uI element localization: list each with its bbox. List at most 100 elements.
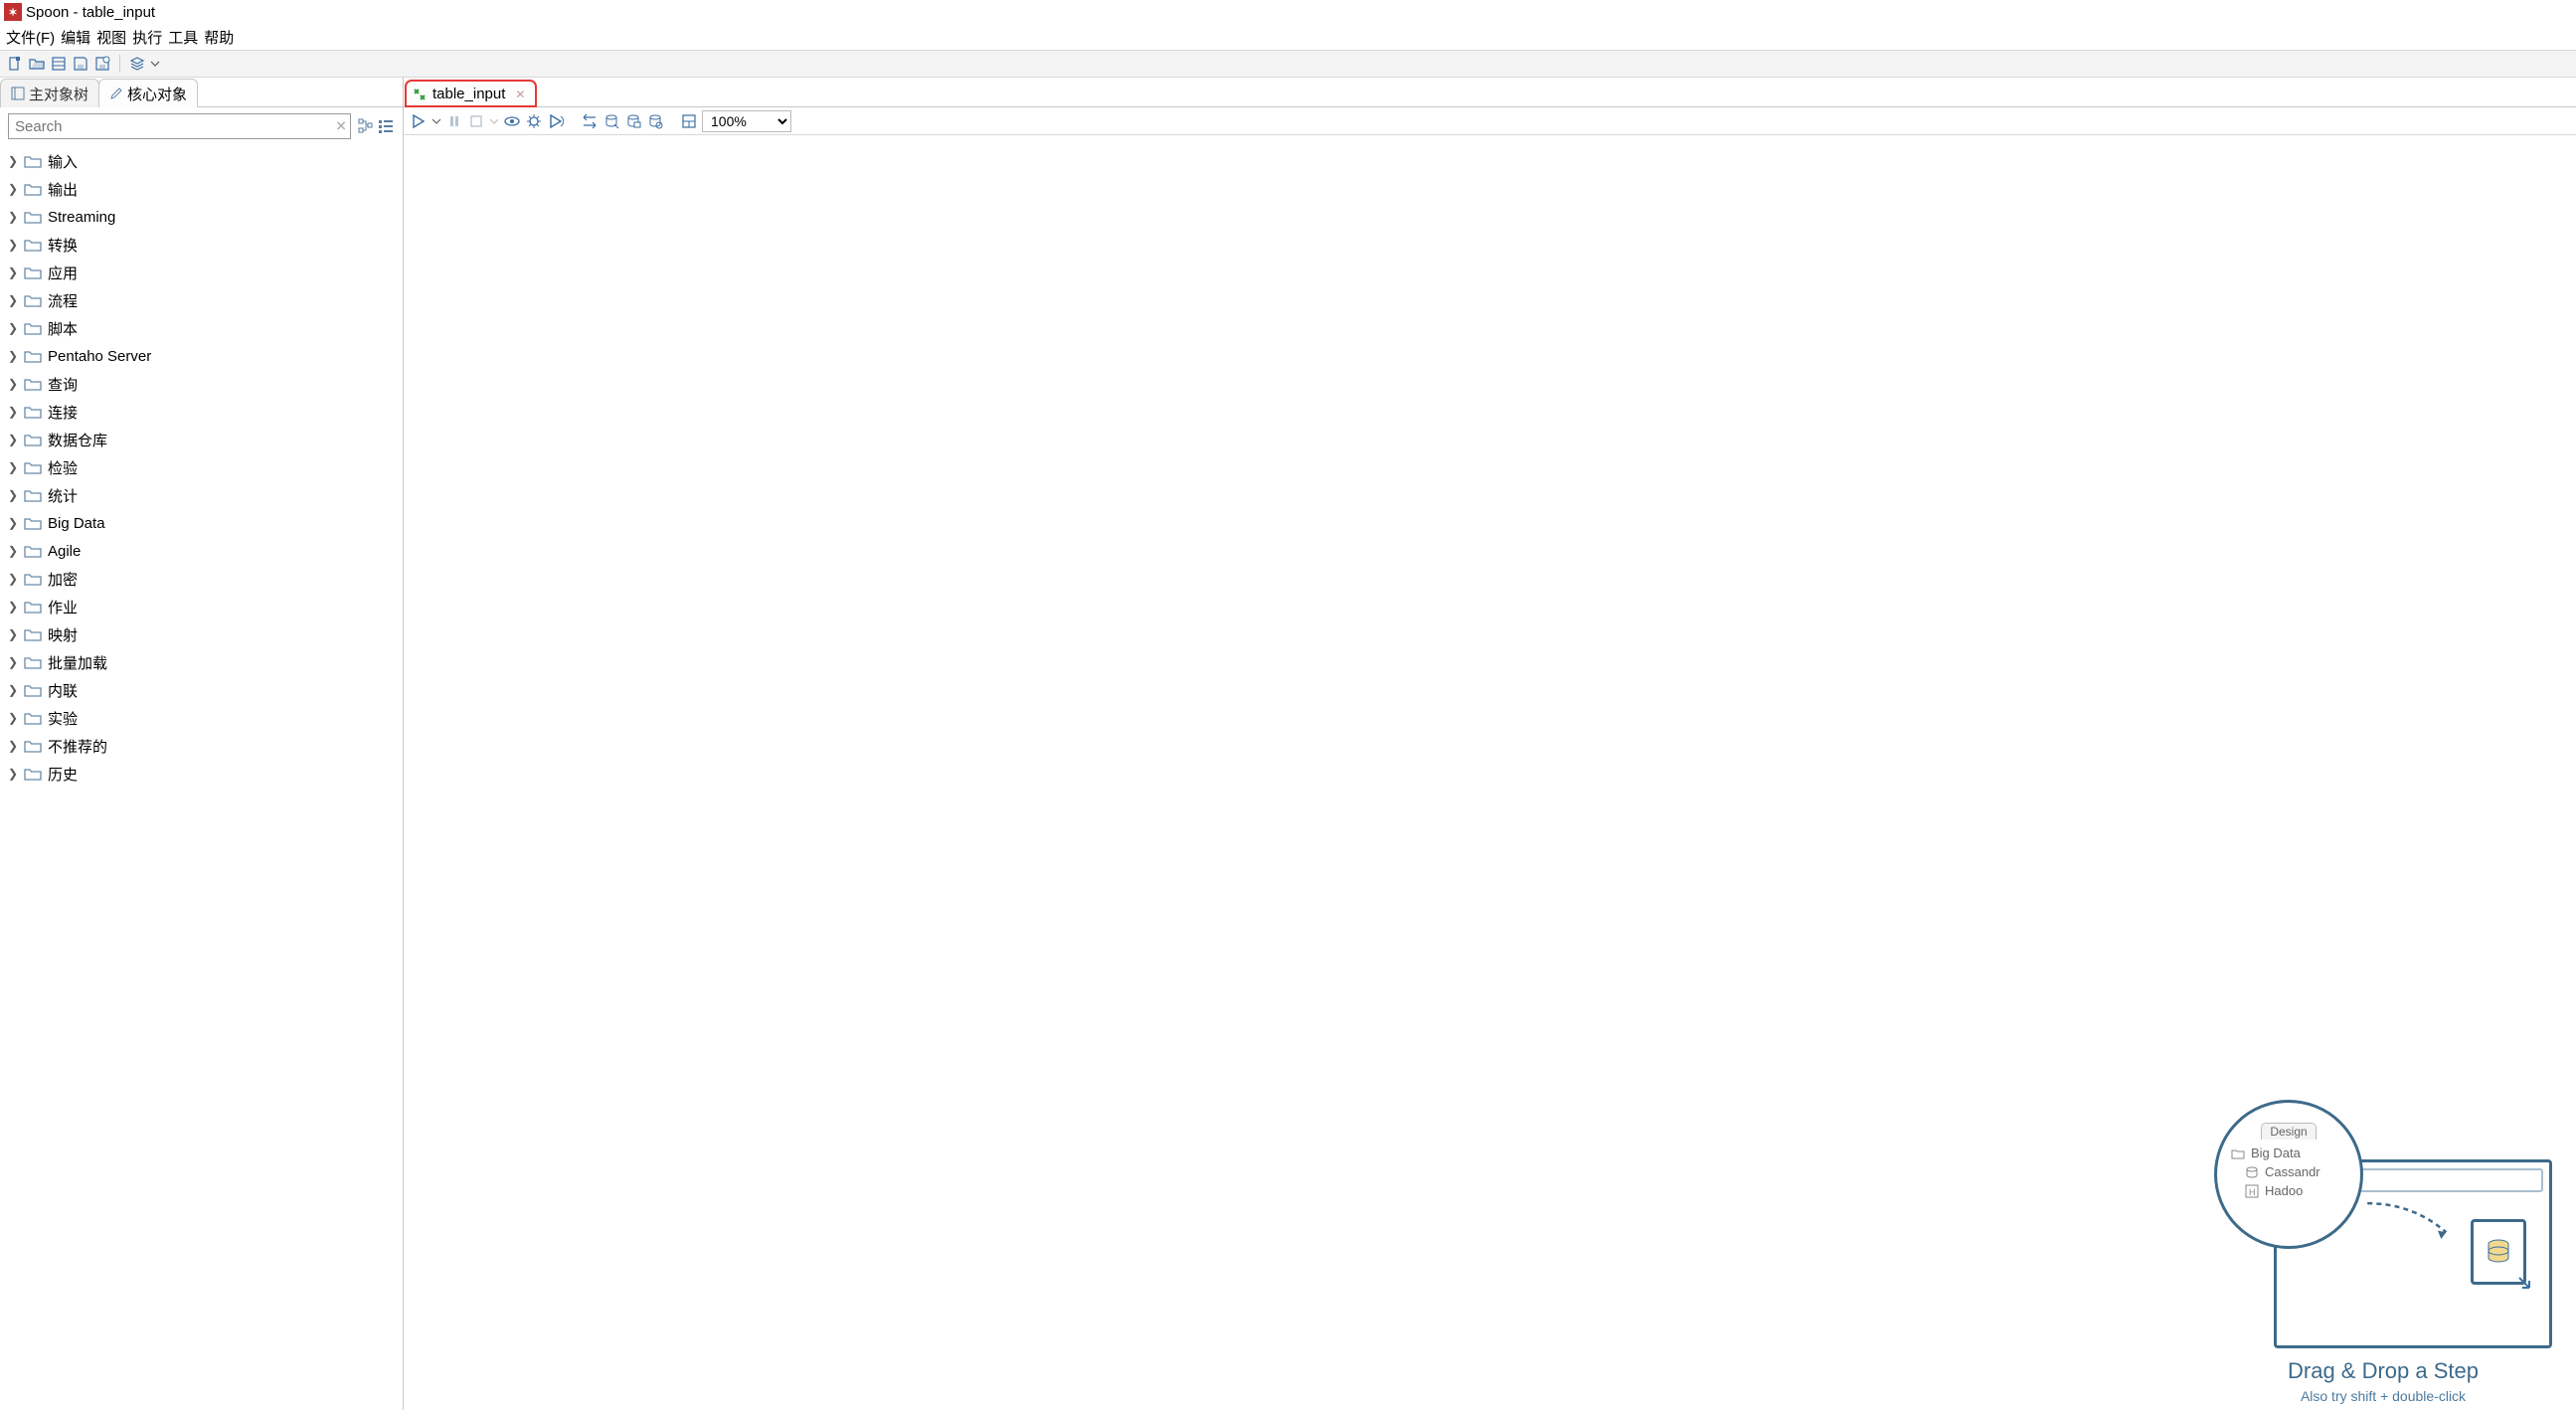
tree-item[interactable]: ❯Streaming [4,203,399,231]
app-icon: ✶ [4,3,22,21]
tree-item[interactable]: ❯ 加密 [4,565,399,593]
tree-item[interactable]: ❯连接 [4,398,399,426]
folder-icon [24,600,42,614]
replay-icon[interactable] [547,112,565,130]
tree-item-label: 转换 [48,235,78,256]
tree-view-icon[interactable] [357,117,375,135]
caret-icon: ❯ [8,405,18,419]
stop-icon[interactable] [467,112,485,130]
explore-db-icon[interactable] [646,112,664,130]
sql-icon[interactable] [624,112,642,130]
doc-tab-table-input[interactable]: table_input ✕ [406,81,536,106]
caret-icon: ❯ [8,544,18,558]
folder-icon [24,154,42,168]
list-view-icon[interactable] [377,117,395,135]
open-file-icon[interactable] [28,55,46,73]
menu-tools[interactable]: 工具 [168,27,198,48]
caret-icon: ❯ [8,210,18,224]
tree-item[interactable]: ❯检验 [4,453,399,481]
folder-icon [24,488,42,502]
folder-icon [24,349,42,363]
tree-item[interactable]: ❯输入 [4,147,399,175]
caret-icon: ❯ [8,516,18,530]
tree-item[interactable]: ❯ 流程 [4,286,399,314]
new-file-icon[interactable] [6,55,24,73]
tree-item[interactable]: ❯脚本 [4,314,399,342]
tree-item-label: 内联 [48,680,78,701]
tree-item[interactable]: ❯统计 [4,481,399,509]
title-bar: ✶ Spoon - table_input [0,0,2576,24]
tree-item-label: Big Data [48,515,105,532]
folder-icon [24,321,42,335]
clear-icon[interactable]: ✕ [335,118,347,135]
preview-icon[interactable] [503,112,521,130]
caret-icon: ❯ [8,572,18,586]
folder-icon [24,655,42,669]
pause-icon[interactable] [445,112,463,130]
caret-icon: ❯ [8,265,18,279]
menu-edit[interactable]: 编辑 [61,27,90,48]
hint-design-tab: Design [2261,1123,2316,1140]
tree-item[interactable]: ❯应用 [4,259,399,286]
run-options-caret-icon[interactable] [431,112,441,130]
tree-item[interactable]: ❯实验 [4,704,399,732]
hint-target [2471,1219,2526,1285]
menu-bar: 文件(F) 编辑 视图 执行 工具 帮助 [0,24,2576,50]
canvas[interactable]: Design Big Data Cassandr HHadoo Drag & D… [404,135,2576,1410]
folder-icon [24,182,42,196]
tree-item[interactable]: ❯数据仓库 [4,426,399,453]
toolbar-separator [119,55,120,73]
tree-item[interactable]: ❯ Big Data [4,509,399,537]
menu-view[interactable]: 视图 [96,27,126,48]
tree-item[interactable]: ❯历史 [4,760,399,788]
run-icon[interactable] [410,112,428,130]
zoom-select[interactable]: 100% [702,110,791,132]
impact-icon[interactable] [602,112,620,130]
menu-help[interactable]: 帮助 [204,27,234,48]
save-as-icon[interactable] [93,55,111,73]
tree-item[interactable]: ❯转换 [4,231,399,259]
tree-item-label: 流程 [48,290,78,311]
tree-item[interactable]: ❯Agile [4,537,399,565]
explore-icon[interactable] [50,55,68,73]
tree[interactable]: ❯输入❯输出❯Streaming❯转换❯应用❯流程❯脚本❯Pentaho Ser… [0,145,403,1410]
menu-run[interactable]: 执行 [132,27,162,48]
show-results-icon[interactable] [680,112,698,130]
debug-icon[interactable] [525,112,543,130]
stop-options-caret-icon[interactable] [489,112,499,130]
tree-item[interactable]: ❯输出 [4,175,399,203]
tree-item[interactable]: ❯Pentaho Server [4,342,399,370]
caret-icon: ❯ [8,488,18,502]
verify-icon[interactable] [581,112,599,130]
caret-icon: ❯ [8,349,18,363]
folder-icon [24,377,42,391]
tree-icon [11,87,25,100]
folder-icon [24,711,42,725]
caret-icon: ❯ [8,182,18,196]
tab-core-objects[interactable]: 核心对象 [98,79,198,107]
tree-item[interactable]: ❯内联 [4,676,399,704]
dropdown-caret-icon[interactable] [150,55,160,73]
tree-item-label: 加密 [48,569,78,590]
main-toolbar [0,50,2576,78]
tree-item[interactable]: ❯映射 [4,620,399,648]
caret-icon: ❯ [8,767,18,781]
tree-item[interactable]: ❯查询 [4,370,399,398]
tree-item[interactable]: ❯不推荐的 [4,732,399,760]
caret-icon: ❯ [8,377,18,391]
transformation-icon [413,88,427,101]
folder-icon [24,405,42,419]
menu-file[interactable]: 文件(F) [6,27,55,48]
tree-item-label: 不推荐的 [48,736,107,757]
close-icon[interactable]: ✕ [515,88,525,101]
search-input[interactable] [8,113,351,139]
tab-main-tree[interactable]: 主对象树 [0,79,99,107]
body: 主对象树 核心对象 ✕ ❯输入❯输出❯Streaming❯转换❯应用❯流程❯ [0,78,2576,1410]
save-icon[interactable] [72,55,89,73]
tree-item[interactable]: ❯作业 [4,593,399,620]
folder-icon [24,210,42,224]
tree-item-label: 数据仓库 [48,430,107,450]
tree-item[interactable]: ❯批量加载 [4,648,399,676]
caret-icon: ❯ [8,293,18,307]
perspective-icon[interactable] [128,55,146,73]
